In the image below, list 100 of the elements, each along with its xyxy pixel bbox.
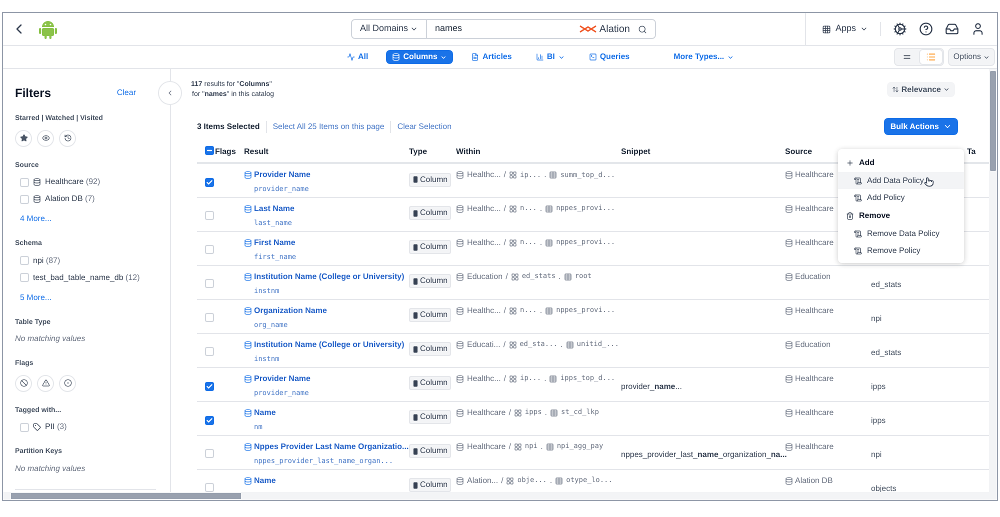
more-link[interactable]: 5 More... [15,292,156,304]
type-tab[interactable]: Queries [582,50,636,64]
type-badge: Column [409,274,451,288]
type-tab[interactable]: All [341,50,374,64]
caret-icon [983,54,990,60]
path-label: Healthc... [467,304,501,316]
apps-menu[interactable]: Apps [822,22,881,36]
column-header: Within [456,147,480,156]
type-tab[interactable]: Columns [386,50,454,64]
row-checkbox[interactable] [205,416,214,424]
result-name[interactable]: Organization Name [254,304,327,316]
column-header: Source [785,147,812,156]
checkbox[interactable] [20,422,29,432]
menu-item[interactable]: Add Data Policy [838,172,964,189]
database-icon [456,476,464,484]
type-tab[interactable]: Articles [465,50,518,64]
view-toggle[interactable] [919,49,944,65]
flag-filter-button[interactable] [15,374,32,392]
filter-option: PII (3) [45,421,67,433]
checkbox[interactable] [20,194,29,204]
table-icon [550,408,558,416]
checkbox[interactable] [20,256,29,265]
menu-item[interactable]: Remove Data Policy [838,225,964,242]
result-name[interactable]: Name [254,406,276,418]
pulse-icon [347,53,355,61]
row-checkbox[interactable] [205,382,214,390]
clear-link[interactable]: Clear [116,87,136,99]
checkbox[interactable] [20,273,29,282]
path-separator: . [540,202,542,214]
database-icon [456,306,464,314]
flag-filter-button[interactable] [37,374,54,392]
select-all-checkbox[interactable] [205,146,214,155]
column-icon [412,482,419,488]
type-badge: Column [409,308,451,322]
source-name: Healthcare [795,406,834,418]
more-link[interactable]: 4 More... [15,213,156,225]
checkbox[interactable] [20,178,29,186]
database-icon [456,374,464,382]
database-icon [785,408,793,416]
result-name[interactable]: Provider Name [254,372,310,384]
filters-title: Filters [15,85,52,102]
menu-item[interactable]: Add Policy [838,189,964,206]
type-tab[interactable]: More Types... [668,50,740,64]
domain-dropdown[interactable]: All Domains [352,20,428,38]
menu-heading: Add [859,156,875,168]
column-icon [244,408,252,416]
star-filter-button[interactable] [15,130,32,146]
database-icon [456,442,464,450]
bulk-actions-button[interactable]: Bulk Actions [884,118,958,135]
source-name: Healthcare [795,169,834,181]
options-dropdown[interactable]: Options [948,48,995,66]
visited-filter-button[interactable] [59,130,76,146]
document-icon [471,53,480,61]
settings-icon[interactable] [893,22,907,36]
database-icon [785,374,793,382]
table-icon [545,238,554,246]
horizontal-scrollbar[interactable] [3,492,997,500]
table-icon [566,340,574,348]
filter-option: npi (87) [33,254,60,266]
help-icon[interactable] [919,22,933,36]
result-name[interactable]: Institution Name (College or University) [254,338,404,350]
path-separator: . [550,474,552,486]
clear-selection-link[interactable]: Clear Selection [391,120,458,132]
inbox-icon[interactable] [945,22,959,36]
collapse-button[interactable] [158,81,182,105]
check-icon [206,179,213,186]
result-name[interactable]: Last Name [254,202,294,214]
type-tab[interactable]: BI [530,50,571,64]
select-all-link[interactable]: Select All 25 Items on this page [266,120,392,132]
database-icon [392,53,400,61]
column-header: Ta [967,147,976,156]
database-icon [785,272,793,280]
caret-icon [943,122,952,131]
type-badge: Column [409,240,451,254]
search-bar[interactable]: All Domains names Alation [351,19,656,39]
table-icon [555,476,564,484]
path-label: Alation... [467,474,498,486]
row-checkbox[interactable] [205,178,214,187]
result-name[interactable]: Nppes Provider Last Name Organizatio... [254,440,409,452]
path-label: Healthcare [467,440,506,452]
user-icon[interactable] [971,22,985,36]
search-icon[interactable] [638,24,647,34]
sort-dropdown[interactable]: Relevance [887,82,955,97]
chevron-left-icon [166,89,174,97]
column-icon [244,272,252,280]
caret-icon [860,25,868,33]
result-name[interactable]: Name [254,474,276,486]
vertical-scrollbar[interactable] [989,69,997,492]
result-name[interactable]: First Name [254,236,296,248]
flag-filter-button[interactable] [59,374,76,392]
policy-icon [854,194,862,202]
type-badge: Column [409,172,451,186]
watched-filter-button[interactable] [37,130,54,146]
warning-icon [42,379,50,387]
table-cell: ipps [871,382,886,390]
source-name: Alation DB [795,474,833,486]
result-name[interactable]: Provider Name [254,169,310,181]
result-name[interactable]: Institution Name (College or University) [254,270,404,282]
menu-item[interactable]: Remove Policy [838,242,964,259]
column-icon [244,171,252,179]
